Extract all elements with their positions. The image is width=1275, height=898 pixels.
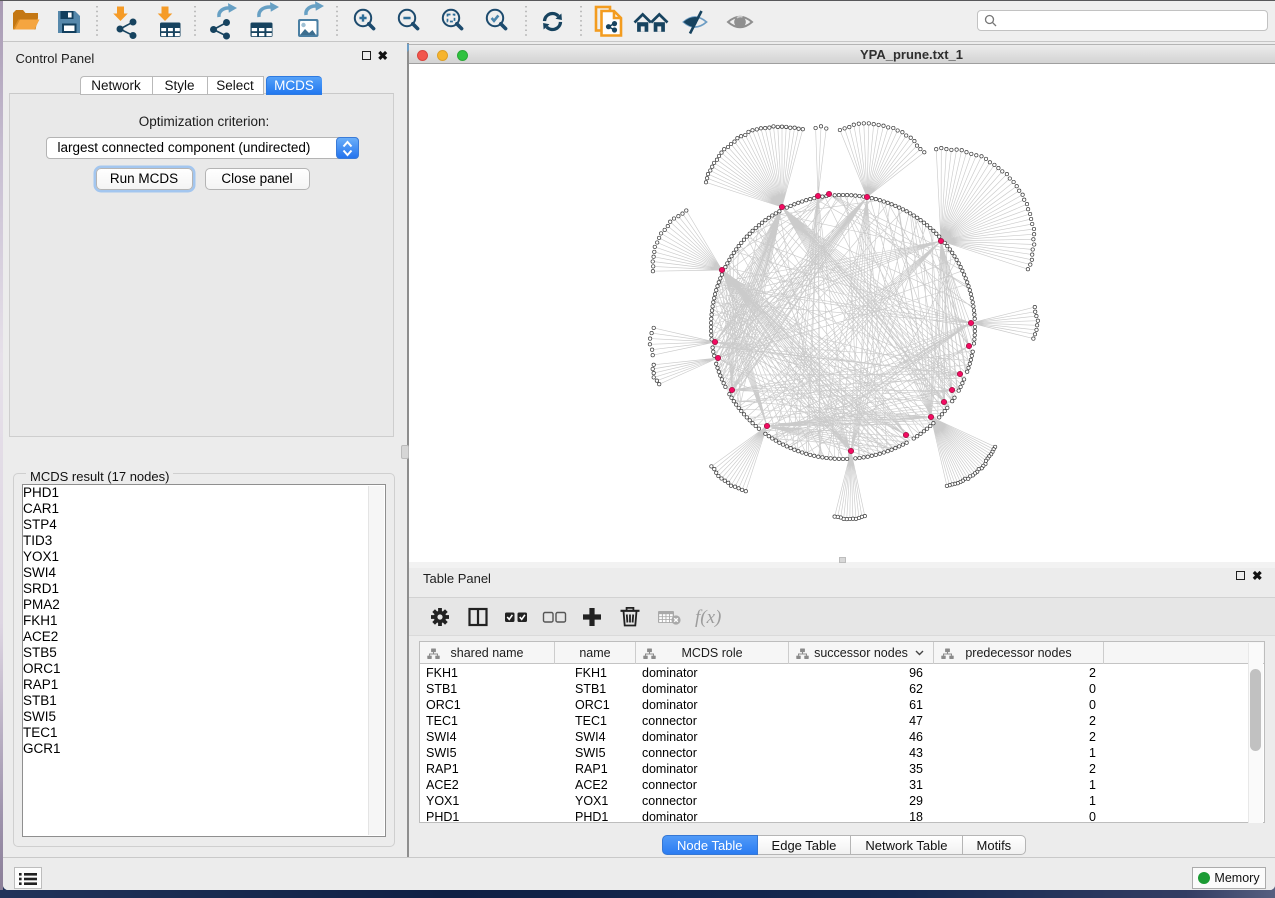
svg-text:f(x): f(x) xyxy=(695,607,721,628)
